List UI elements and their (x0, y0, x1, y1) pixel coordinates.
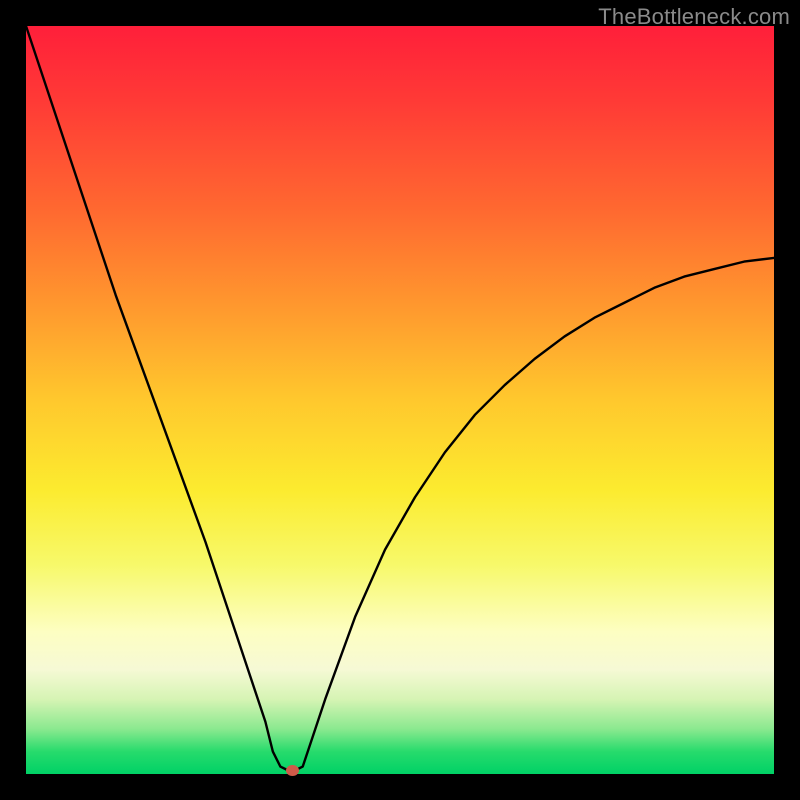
bottleneck-curve (26, 26, 774, 774)
watermark-text: TheBottleneck.com (598, 4, 790, 30)
chart-frame: TheBottleneck.com (0, 0, 800, 800)
plot-area (26, 26, 774, 774)
minimum-marker (286, 765, 299, 776)
